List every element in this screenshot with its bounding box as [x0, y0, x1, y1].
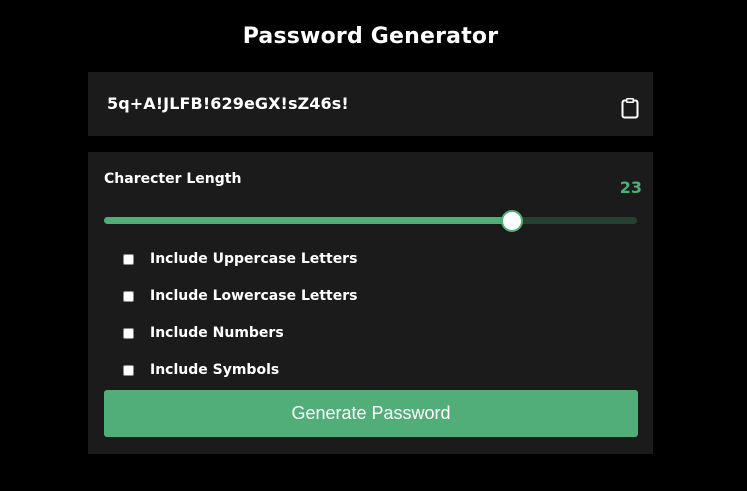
option-numbers[interactable]: Include Numbers: [123, 323, 284, 343]
option-lowercase[interactable]: Include Lowercase Letters: [123, 286, 357, 306]
slider-fill: [104, 217, 513, 224]
settings-panel: Charecter Length 23 Include Uppercase Le…: [88, 152, 653, 454]
option-label: Include Uppercase Letters: [150, 251, 358, 267]
option-label: Include Lowercase Letters: [150, 288, 358, 304]
password-text[interactable]: 5q+A!JLFB!629eGX!sZ46s!: [107, 94, 349, 113]
lowercase-checkbox[interactable]: [123, 290, 134, 302]
copy-button[interactable]: [619, 97, 641, 119]
length-slider[interactable]: [104, 210, 637, 232]
numbers-checkbox[interactable]: [123, 327, 134, 339]
password-output-box: 5q+A!JLFB!629eGX!sZ46s!: [88, 72, 653, 136]
symbols-checkbox[interactable]: [123, 364, 134, 376]
clipboard-icon: [621, 98, 639, 119]
option-uppercase[interactable]: Include Uppercase Letters: [123, 249, 357, 269]
option-label: Include Symbols: [150, 362, 280, 378]
slider-thumb[interactable]: [501, 210, 524, 232]
length-label: Charecter Length: [104, 171, 242, 187]
option-label: Include Numbers: [150, 325, 284, 341]
generate-password-button[interactable]: Generate Password: [104, 390, 638, 437]
page-title: Password Generator: [242, 24, 499, 49]
option-symbols[interactable]: Include Symbols: [123, 360, 279, 380]
uppercase-checkbox[interactable]: [123, 253, 134, 265]
length-value: 23: [619, 178, 642, 197]
